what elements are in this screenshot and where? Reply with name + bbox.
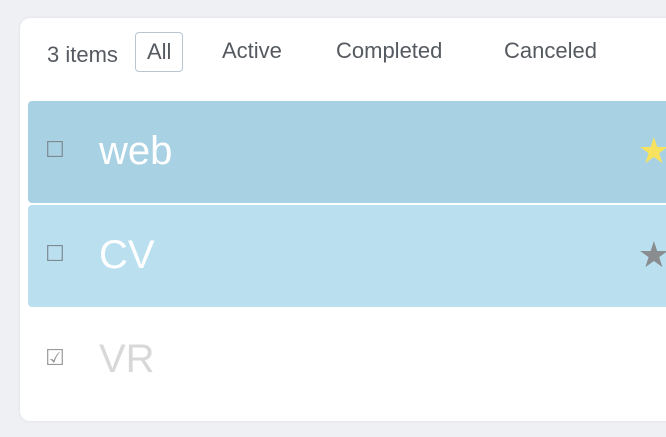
todo-label: CV xyxy=(99,233,155,277)
todo-item-cv[interactable]: ☐ CV ★ xyxy=(28,205,666,307)
checked-checkbox-icon[interactable]: ☑ xyxy=(42,345,68,371)
todo-item-web[interactable]: ☐ web ★ xyxy=(28,101,666,203)
todo-card: 3 items All Active Completed Canceled ☐ … xyxy=(20,18,666,421)
tab-canceled[interactable]: Canceled xyxy=(504,32,597,70)
tab-active[interactable]: Active xyxy=(222,32,282,70)
todo-label: VR xyxy=(99,337,155,381)
tab-completed[interactable]: Completed xyxy=(336,32,442,70)
filter-bar: 3 items All Active Completed Canceled xyxy=(20,18,666,100)
checkbox-icon[interactable]: ☐ xyxy=(42,241,68,267)
todo-label: web xyxy=(99,129,173,173)
item-count: 3 items xyxy=(47,42,118,67)
star-icon[interactable]: ★ xyxy=(638,235,666,275)
checkbox-icon[interactable]: ☐ xyxy=(42,137,68,163)
tab-all[interactable]: All xyxy=(135,32,184,72)
todo-item-vr[interactable]: ☑ VR xyxy=(28,309,666,411)
star-icon[interactable]: ★ xyxy=(638,131,666,171)
